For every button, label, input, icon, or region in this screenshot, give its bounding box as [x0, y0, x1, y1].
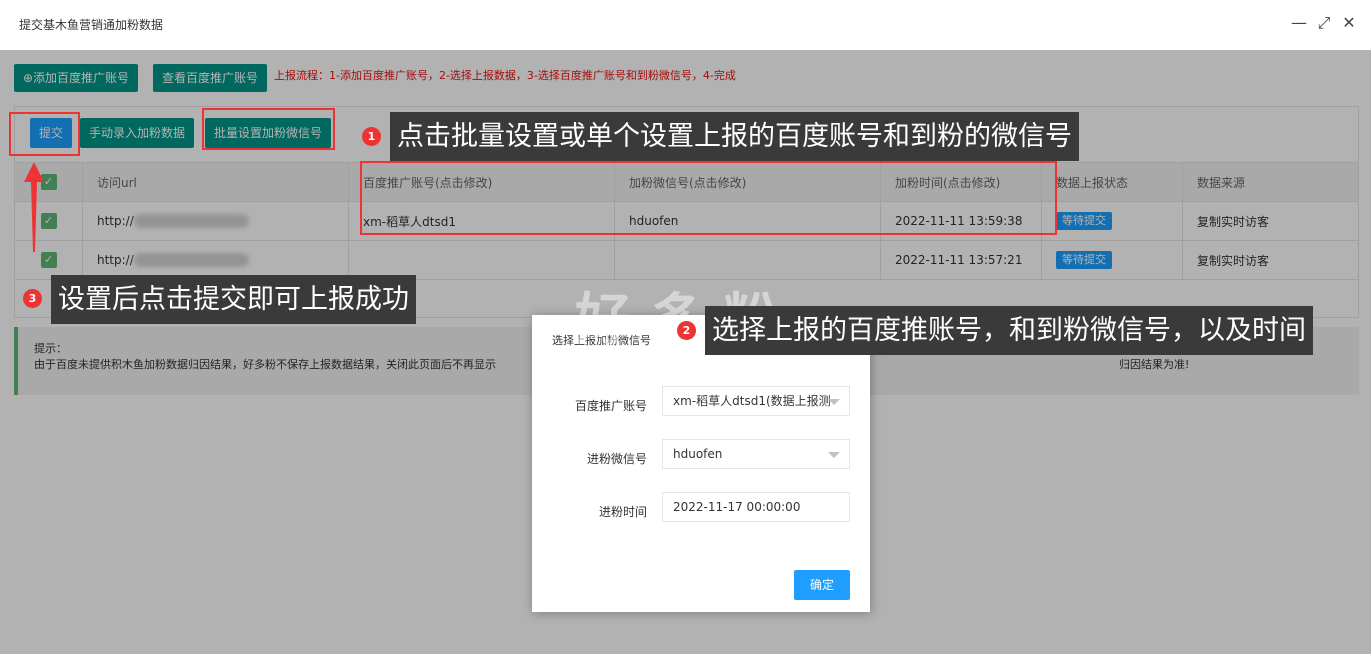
highlight-batch-set [202, 108, 335, 150]
maximize-icon[interactable]: ⤢ [1315, 14, 1333, 32]
chevron-down-icon [828, 452, 840, 458]
highlight-submit [9, 112, 80, 156]
account-label: 百度推广账号 [574, 399, 647, 413]
minimize-icon[interactable]: — [1290, 14, 1308, 32]
wechat-select[interactable]: hduofen [662, 439, 850, 469]
callout-step-2: 选择上报的百度推账号，和到粉微信号，以及时间 [705, 306, 1313, 355]
wechat-label: 进粉微信号 [586, 452, 647, 466]
time-input[interactable]: 2022-11-17 00:00:00 [662, 492, 850, 522]
window-title: 提交基木鱼营销通加粉数据 [19, 18, 164, 32]
chevron-down-icon [828, 399, 840, 405]
close-icon[interactable]: ✕ [1340, 14, 1358, 32]
highlight-row-fields [360, 161, 1057, 235]
step-2-badge: 2 [677, 321, 696, 340]
confirm-button[interactable]: 确定 [794, 570, 850, 600]
window-titlebar: 提交基木鱼营销通加粉数据 — ⤢ ✕ [0, 0, 1371, 50]
time-label: 进粉时间 [598, 505, 647, 519]
arrow-up-icon [24, 162, 44, 252]
account-select[interactable]: xm-稻草人dtsd1(数据上报测 [662, 386, 850, 416]
callout-step-1: 点击批量设置或单个设置上报的百度账号和到粉的微信号 [390, 112, 1079, 161]
callout-step-3: 设置后点击提交即可上报成功 [51, 275, 416, 324]
step-1-badge: 1 [362, 127, 381, 146]
step-3-badge: 3 [23, 289, 42, 308]
